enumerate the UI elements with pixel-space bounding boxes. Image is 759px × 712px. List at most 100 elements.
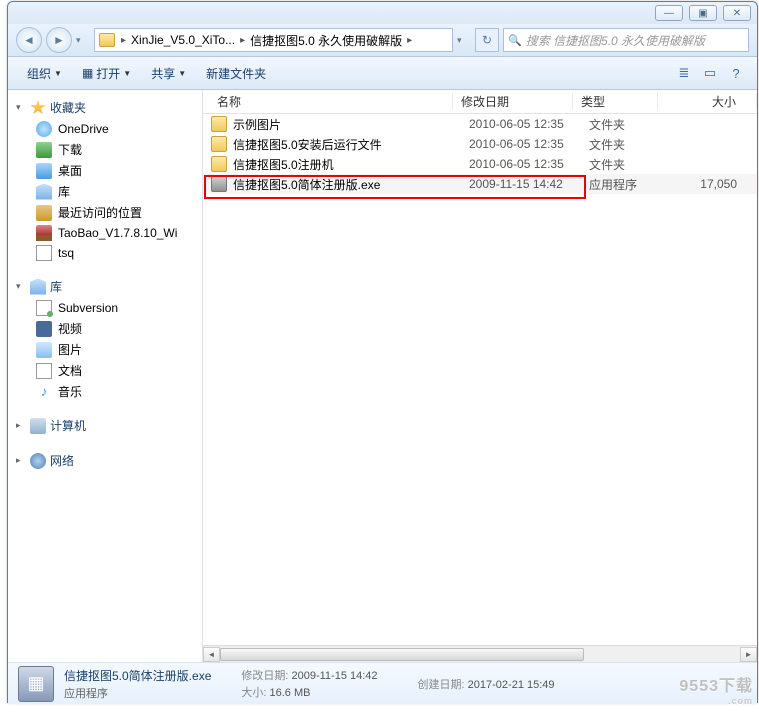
watermark-sub: .com [679,696,753,706]
watermark: 9553下载 .com [679,672,753,706]
sidebar-item-label: 库 [58,183,70,200]
details-mod-value: 2009-11-15 14:42 [292,670,378,682]
organize-label: 组织 [27,65,51,82]
file-row[interactable]: 示例图片 2010-06-05 12:35 文件夹 [203,114,757,134]
crumb-1[interactable]: XinJie_V5.0_XiTo... [128,33,238,47]
network-icon [30,453,46,469]
expand-icon: ▸ [16,420,26,431]
exe-large-icon: ▦ [18,666,54,702]
sidebar-computer-header[interactable]: ▸ 计算机 [8,414,202,437]
search-placeholder: 搜索 信捷抠图5.0 永久使用破解版 [526,32,744,49]
column-name[interactable]: 名称 [203,93,453,110]
sidebar-libraries-header[interactable]: ▾ 库 [8,275,202,298]
column-date[interactable]: 修改日期 [453,93,573,110]
collapse-icon: ▾ [16,102,26,113]
file-date: 2010-06-05 12:35 [469,157,589,171]
scroll-track[interactable] [220,647,740,662]
new-folder-label: 新建文件夹 [206,65,266,82]
view-options-button[interactable]: ≣ [673,62,695,84]
column-size[interactable]: 大小 [658,93,757,110]
breadcrumb[interactable]: ▸ XinJie_V5.0_XiTo... ▸ 信捷抠图5.0 永久使用破解版 … [94,28,453,52]
chevron-right-icon: ▸ [405,35,414,46]
scroll-left-button[interactable]: ◄ [203,647,220,662]
preview-pane-button[interactable]: ▭ [699,62,721,84]
titlebar: — ▣ ✕ [8,2,757,24]
sidebar-item-label: 文档 [58,362,82,379]
sidebar-favorites-header[interactable]: ▾ 收藏夹 [8,96,202,119]
scroll-thumb[interactable] [220,648,584,661]
sidebar-item-label: 下载 [58,141,82,158]
file-name: 信捷抠图5.0安装后运行文件 [233,136,469,153]
sidebar-item-documents[interactable]: 文档 [8,360,202,381]
file-type: 应用程序 [589,176,674,193]
main-area: ▾ 收藏夹 OneDrive 下载 桌面 库 最近访问的位置 TaoBao_V1… [8,90,757,662]
svn-icon [36,300,52,316]
file-date: 2009-11-15 14:42 [469,177,589,191]
file-name: 信捷抠图5.0简体注册版.exe [233,176,469,193]
column-type[interactable]: 类型 [573,93,658,110]
chevron-down-icon: ▼ [54,69,62,78]
sidebar-item-recent[interactable]: 最近访问的位置 [8,202,202,223]
forward-button[interactable]: ► [46,27,72,53]
folder-icon [211,116,227,132]
navigation-pane: ▾ 收藏夹 OneDrive 下载 桌面 库 最近访问的位置 TaoBao_V1… [8,90,203,662]
music-icon: ♪ [36,384,52,400]
details-created-label: 创建日期: [418,679,465,691]
sidebar-network-header[interactable]: ▸ 网络 [8,449,202,472]
file-type: 文件夹 [589,116,674,133]
share-label: 共享 [151,65,175,82]
sidebar-item-libraries[interactable]: 库 [8,181,202,202]
search-icon: 🔍 [508,34,522,47]
toolbar: 组织 ▼ ▦ 打开 ▼ 共享 ▼ 新建文件夹 ≣ ▭ ? [8,57,757,90]
share-menu[interactable]: 共享 ▼ [142,61,195,86]
archive-icon [36,225,52,241]
file-row[interactable]: 信捷抠图5.0简体注册版.exe 2009-11-15 14:42 应用程序 1… [203,174,757,194]
folder-icon [211,136,227,152]
sidebar-item-taobao[interactable]: TaoBao_V1.7.8.10_Wi [8,223,202,243]
open-button[interactable]: ▦ 打开 ▼ [73,61,140,86]
file-date: 2010-06-05 12:35 [469,137,589,151]
text-icon [36,245,52,261]
document-icon [36,363,52,379]
chevron-right-icon: ▸ [238,35,247,46]
column-headers: 名称 修改日期 类型 大小 [203,90,757,114]
file-list[interactable]: 示例图片 2010-06-05 12:35 文件夹 信捷抠图5.0安装后运行文件… [203,114,757,645]
explorer-window: — ▣ ✕ ◄ ► ▾ ▸ XinJie_V5.0_XiTo... ▸ 信捷抠图… [7,1,758,703]
sidebar-item-videos[interactable]: 视频 [8,318,202,339]
sidebar-item-label: 最近访问的位置 [58,204,142,221]
libraries-label: 库 [50,278,62,295]
sidebar-item-tsq[interactable]: tsq [8,243,202,263]
new-folder-button[interactable]: 新建文件夹 [197,61,275,86]
sidebar-item-music[interactable]: ♪音乐 [8,381,202,402]
maximize-button[interactable]: ▣ [689,5,717,21]
horizontal-scrollbar[interactable]: ◄ ► [203,645,757,662]
sidebar-item-pictures[interactable]: 图片 [8,339,202,360]
refresh-button[interactable]: ↻ [475,28,499,52]
help-button[interactable]: ? [725,62,747,84]
sidebar-item-desktop[interactable]: 桌面 [8,160,202,181]
details-size-label: 大小: [241,687,266,699]
close-button[interactable]: ✕ [723,5,751,21]
exe-icon [211,176,227,192]
file-type: 文件夹 [589,136,674,153]
sidebar-item-downloads[interactable]: 下载 [8,139,202,160]
history-dropdown[interactable]: ▾ [76,27,90,53]
sidebar-item-label: 视频 [58,320,82,337]
organize-menu[interactable]: 组织 ▼ [18,61,71,86]
details-mod-label: 修改日期: [241,670,288,682]
back-button[interactable]: ◄ [16,27,42,53]
expand-icon: ▸ [16,455,26,466]
file-row[interactable]: 信捷抠图5.0注册机 2010-06-05 12:35 文件夹 [203,154,757,174]
sidebar-item-onedrive[interactable]: OneDrive [8,119,202,139]
file-row[interactable]: 信捷抠图5.0安装后运行文件 2010-06-05 12:35 文件夹 [203,134,757,154]
minimize-button[interactable]: — [655,5,683,21]
details-pane: ▦ 信捷抠图5.0简体注册版.exe 应用程序 修改日期: 2009-11-15… [8,662,757,704]
breadcrumb-dropdown[interactable]: ▾ [457,27,471,53]
search-input[interactable]: 🔍 搜索 信捷抠图5.0 永久使用破解版 [503,28,749,52]
sidebar-item-label: Subversion [58,301,118,315]
crumb-2[interactable]: 信捷抠图5.0 永久使用破解版 [247,32,405,49]
sidebar-item-subversion[interactable]: Subversion [8,298,202,318]
details-filename: 信捷抠图5.0简体注册版.exe [64,667,211,684]
sidebar-item-label: tsq [58,246,74,260]
scroll-right-button[interactable]: ► [740,647,757,662]
